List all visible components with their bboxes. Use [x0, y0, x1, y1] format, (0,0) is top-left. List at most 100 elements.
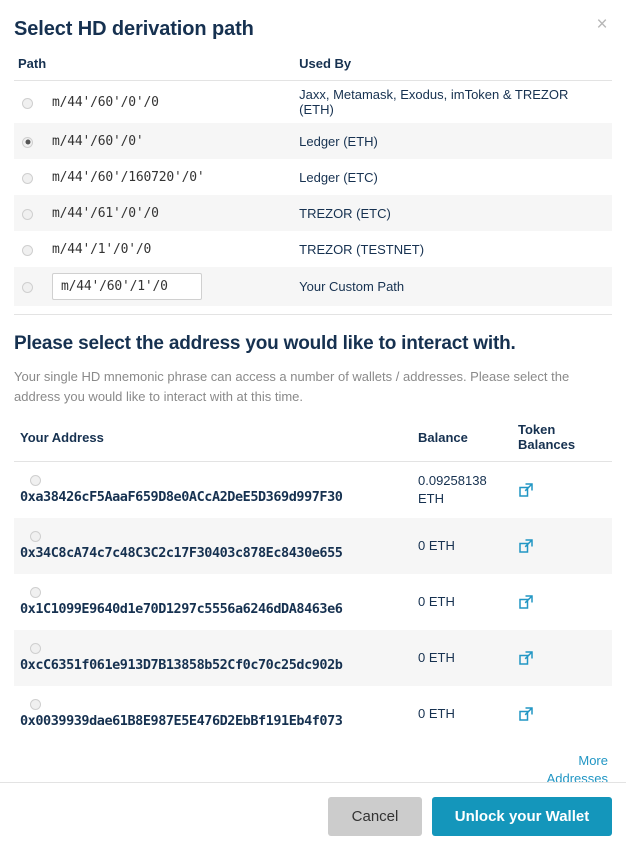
path-radio-2[interactable]: [22, 172, 33, 184]
path-radio-cell[interactable]: [14, 159, 44, 195]
path-radio-cell[interactable]: [14, 195, 44, 231]
path-table-body: m/44'/60'/0'/0 Jaxx, Metamask, Exodus, i…: [14, 81, 612, 306]
path-radio-1[interactable]: [22, 136, 33, 148]
path-radio-3[interactable]: [22, 208, 33, 220]
balance-unit-3: ETH: [428, 649, 455, 665]
path-usedby-1: Ledger (ETH): [299, 133, 378, 149]
table-row[interactable]: m/44'/60'/0' Ledger (ETH): [14, 123, 612, 159]
table-row[interactable]: 0x0039939dae61B8E987E5E476D2EbBf191Eb4f0…: [14, 686, 612, 742]
address-value-0: 0xa38426cF5AaaF659D8e0ACcA2DeE5D369d997F…: [20, 488, 343, 505]
address-value-4: 0x0039939dae61B8E987E5E476D2EbBf191Eb4f0…: [20, 712, 343, 729]
path-usedby-3: TREZOR (ETC): [299, 205, 391, 221]
path-radio-cell[interactable]: [14, 81, 44, 124]
external-link-icon[interactable]: [518, 650, 534, 666]
more-addresses-container: More Addresses: [14, 752, 612, 783]
token-balances-column-header: Token Balances: [512, 422, 612, 462]
unlock-wallet-button[interactable]: Unlock your Wallet: [432, 797, 612, 836]
address-radio-wrap[interactable]: [20, 474, 406, 486]
address-value-2: 0x1C1099E9640d1e70D1297c5556a6246dDA8463…: [20, 600, 343, 617]
path-usedby-0: Jaxx, Metamask, Exodus, imToken & TREZOR…: [299, 87, 569, 117]
table-row[interactable]: m/44'/61'/0'/0 TREZOR (ETC): [14, 195, 612, 231]
path-usedby-5: Your Custom Path: [299, 279, 405, 294]
section-divider: [14, 314, 612, 315]
balance-unit-4: ETH: [428, 705, 455, 721]
path-usedby-2: Ledger (ETC): [299, 169, 378, 185]
table-row[interactable]: 0x1C1099E9640d1e70D1297c5556a6246dDA8463…: [14, 574, 612, 630]
external-link-icon[interactable]: [518, 706, 534, 722]
address-radio-wrap[interactable]: [20, 530, 406, 542]
balance-unit-0: ETH: [418, 490, 444, 506]
balance-column-header: Balance: [412, 422, 512, 462]
address-radio-wrap[interactable]: [20, 586, 406, 598]
balance-cell: 0 ETH: [412, 574, 512, 630]
address-cell[interactable]: 0xa38426cF5AaaF659D8e0ACcA2DeE5D369d997F…: [14, 462, 412, 518]
token-balance-cell[interactable]: [512, 518, 612, 574]
path-usedby-4: TREZOR (TESTNET): [299, 241, 425, 257]
table-row[interactable]: m/44'/60'/0'/0 Jaxx, Metamask, Exodus, i…: [14, 81, 612, 124]
external-link-icon[interactable]: [518, 538, 534, 554]
address-radio-3[interactable]: [30, 642, 41, 654]
address-column-header: Your Address: [14, 422, 412, 462]
balance-value-2: 0: [418, 593, 426, 609]
address-section-title: Please select the address you would like…: [14, 333, 516, 354]
address-cell[interactable]: 0x34C8cA74c7c48C3C2c17F30403c878Ec8430e6…: [14, 518, 412, 574]
table-row[interactable]: 0x34C8cA74c7c48C3C2c17F30403c878Ec8430e6…: [14, 517, 612, 574]
address-radio-0[interactable]: [30, 474, 41, 486]
balance-cell: 0 ETH: [412, 686, 512, 742]
token-balance-cell[interactable]: [512, 574, 612, 630]
table-row[interactable]: m/44'/60'/160720'/0' Ledger (ETC): [14, 159, 612, 195]
address-cell[interactable]: 0x0039939dae61B8E987E5E476D2EbBf191Eb4f0…: [14, 686, 412, 742]
path-column-header: Path: [14, 56, 292, 81]
address-value-3: 0xcC6351f061e913D7B13858b52Cf0c70c25dc90…: [20, 656, 343, 673]
modal-header: Select HD derivation path ×: [0, 0, 626, 42]
address-table-header-row: Your Address Balance Token Balances: [14, 422, 612, 462]
path-radio-5[interactable]: [22, 282, 33, 294]
external-link-icon[interactable]: [518, 482, 534, 498]
balance-value-1: 0: [418, 537, 426, 553]
path-value-1: m/44'/60'/0': [52, 133, 144, 149]
table-row[interactable]: 0xcC6351f061e913D7B13858b52Cf0c70c25dc90…: [14, 629, 612, 686]
balance-unit-1: ETH: [428, 537, 455, 553]
table-row[interactable]: Your Custom Path: [14, 267, 612, 306]
balance-unit-2: ETH: [428, 593, 455, 609]
table-row[interactable]: 0xa38426cF5AaaF659D8e0ACcA2DeE5D369d997F…: [14, 462, 612, 518]
path-value-0: m/44'/60'/0'/0: [52, 94, 159, 110]
page-title: Select HD derivation path: [14, 18, 254, 40]
address-table-body: 0xa38426cF5AaaF659D8e0ACcA2DeE5D369d997F…: [14, 462, 612, 742]
token-balance-cell[interactable]: [512, 630, 612, 686]
more-addresses-link[interactable]: More Addresses: [544, 752, 608, 783]
path-radio-cell[interactable]: [14, 123, 44, 159]
path-radio-cell[interactable]: [14, 231, 44, 267]
external-link-icon[interactable]: [518, 594, 534, 610]
path-value-3: m/44'/61'/0'/0: [52, 205, 159, 221]
cancel-button[interactable]: Cancel: [328, 797, 422, 836]
table-row[interactable]: m/44'/1'/0'/0 TREZOR (TESTNET): [14, 231, 612, 267]
path-table-header-row: Path Used By: [14, 56, 612, 81]
path-table-head: Path Used By: [14, 56, 612, 81]
balance-cell: 0 ETH: [412, 630, 512, 686]
path-value-4: m/44'/1'/0'/0: [52, 241, 152, 257]
path-radio-4[interactable]: [22, 244, 33, 256]
close-icon[interactable]: ×: [594, 15, 610, 34]
address-cell[interactable]: 0x1C1099E9640d1e70D1297c5556a6246dDA8463…: [14, 574, 412, 630]
address-radio-1[interactable]: [30, 530, 41, 542]
balance-value-0: 0.09258138: [418, 473, 487, 489]
modal-body: Path Used By m/44'/60'/0'/0 Jaxx, Metama…: [0, 42, 626, 782]
address-value-1: 0x34C8cA74c7c48C3C2c17F30403c878Ec8430e6…: [20, 544, 343, 561]
token-balance-cell[interactable]: [512, 462, 612, 518]
balance-value-3: 0: [418, 649, 426, 665]
address-cell[interactable]: 0xcC6351f061e913D7B13858b52Cf0c70c25dc90…: [14, 630, 412, 686]
derivation-path-table: Path Used By m/44'/60'/0'/0 Jaxx, Metama…: [14, 56, 612, 306]
token-balance-cell[interactable]: [512, 686, 612, 742]
path-radio-0[interactable]: [22, 97, 33, 109]
address-section-description: Your single HD mnemonic phrase can acces…: [14, 369, 570, 404]
address-radio-wrap[interactable]: [20, 698, 406, 710]
address-radio-wrap[interactable]: [20, 642, 406, 654]
address-radio-2[interactable]: [30, 586, 41, 598]
balance-cell: 0.09258138 ETH: [412, 462, 512, 518]
modal-footer: Cancel Unlock your Wallet: [0, 782, 626, 854]
address-table: Your Address Balance Token Balances 0xa3…: [14, 422, 612, 742]
address-radio-4[interactable]: [30, 698, 41, 710]
custom-path-input[interactable]: [52, 273, 202, 300]
path-radio-cell[interactable]: [14, 267, 44, 306]
